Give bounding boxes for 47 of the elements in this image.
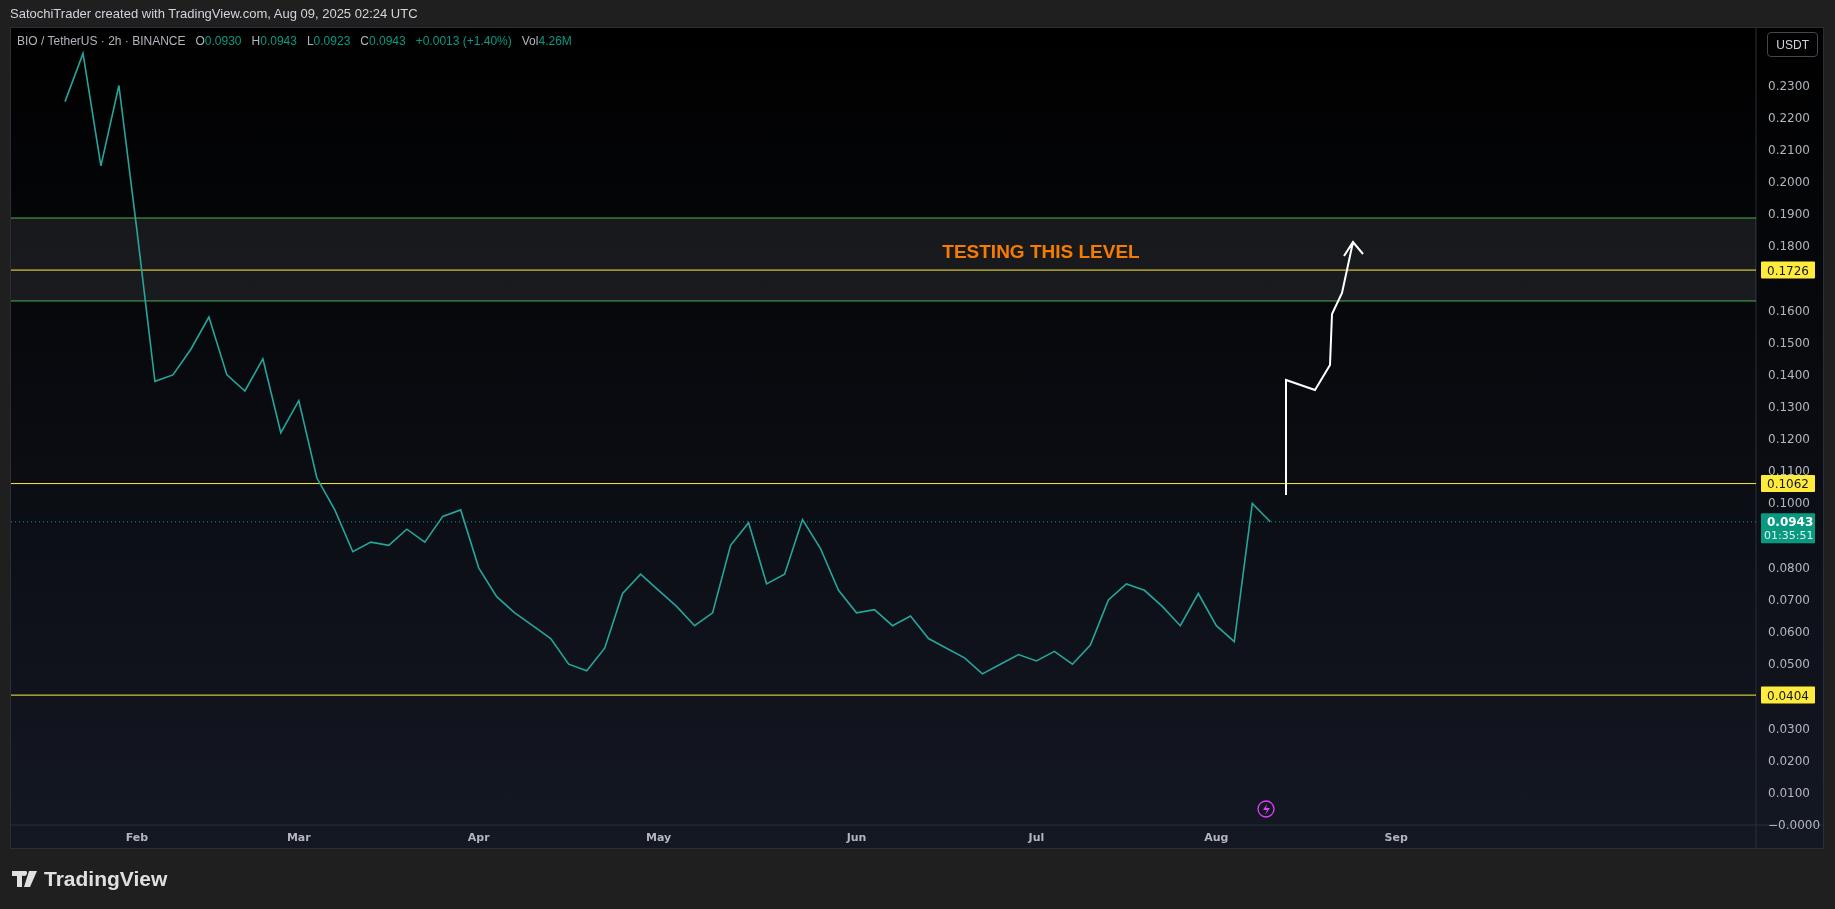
ohlc-value: C0.0943 <box>360 33 406 50</box>
ref-line-label: 0.1062 <box>1767 477 1809 492</box>
price-axis-label: 0.0700 <box>1768 592 1810 607</box>
price-axis-label: 0.0600 <box>1768 625 1810 640</box>
price-axis-label: −0.0000 <box>1768 818 1821 832</box>
price-axis-label: 0.0500 <box>1768 657 1810 672</box>
time-axis-label: May <box>646 831 672 844</box>
time-axis-label: Jun <box>846 831 867 844</box>
time-axis-label: Aug <box>1204 831 1229 844</box>
attribution-text: SatochiTrader created with TradingView.com, Aug 09, 2025 02:24 UTC <box>10 4 418 23</box>
ref-line-label: 0.0404 <box>1767 688 1809 703</box>
price-axis-label: 0.2200 <box>1768 110 1810 125</box>
price-axis-label: 0.2100 <box>1768 142 1810 157</box>
time-axis-label: Apr <box>467 831 490 844</box>
price-axis-label: 0.0200 <box>1768 753 1810 768</box>
annotation-text: TESTING THIS LEVEL <box>942 241 1140 262</box>
time-axis-label: Sep <box>1384 831 1408 844</box>
price-axis-label: 0.2000 <box>1768 175 1810 189</box>
logo-icon <box>12 871 38 887</box>
price-axis-label: 0.1500 <box>1768 335 1810 350</box>
time-axis-label: Feb <box>125 831 149 844</box>
time-axis-label: Mar <box>286 831 311 844</box>
price-axis-label: 0.0100 <box>1768 785 1810 800</box>
price-axis-label: 0.1900 <box>1768 207 1810 222</box>
ref-line-label: 0.0943 <box>1767 515 1814 530</box>
currency-button[interactable]: USDT <box>1767 32 1818 57</box>
logo-text: TradingView <box>44 866 168 893</box>
price-axis-label: 0.2300 <box>1768 78 1810 93</box>
time-axis-label: Jul <box>1028 831 1045 844</box>
ref-line-label: 0.1726 <box>1767 263 1809 278</box>
price-axis-label: 0.1300 <box>1768 400 1810 415</box>
ohlc-value: L0.0923 <box>306 33 351 50</box>
ohlc-value: H0.0943 <box>251 33 297 50</box>
price-axis-label: 0.1200 <box>1768 432 1810 447</box>
price-axis-label: 0.1600 <box>1768 303 1810 318</box>
price-axis-label: 0.1400 <box>1768 367 1810 382</box>
price-tag: 0.1062 <box>1761 475 1815 493</box>
price-axis-label: 0.1000 <box>1768 496 1810 511</box>
price-axis-label: 0.0800 <box>1768 560 1810 575</box>
price-axis-label: 0.0300 <box>1768 721 1810 736</box>
ohlc-value: O0.0930 <box>195 33 242 50</box>
symbol-text: BIO / TetherUS · 2h · BINANCE <box>17 33 186 50</box>
lightning-icon[interactable] <box>1257 800 1275 818</box>
volume-value: Vol4.26M <box>521 33 572 50</box>
price-axis-label: 0.1800 <box>1768 239 1810 254</box>
price-tag: 0.0943 01:35:51 <box>1761 513 1815 544</box>
change-value: +0.0013 (+1.40%) <box>415 33 512 50</box>
